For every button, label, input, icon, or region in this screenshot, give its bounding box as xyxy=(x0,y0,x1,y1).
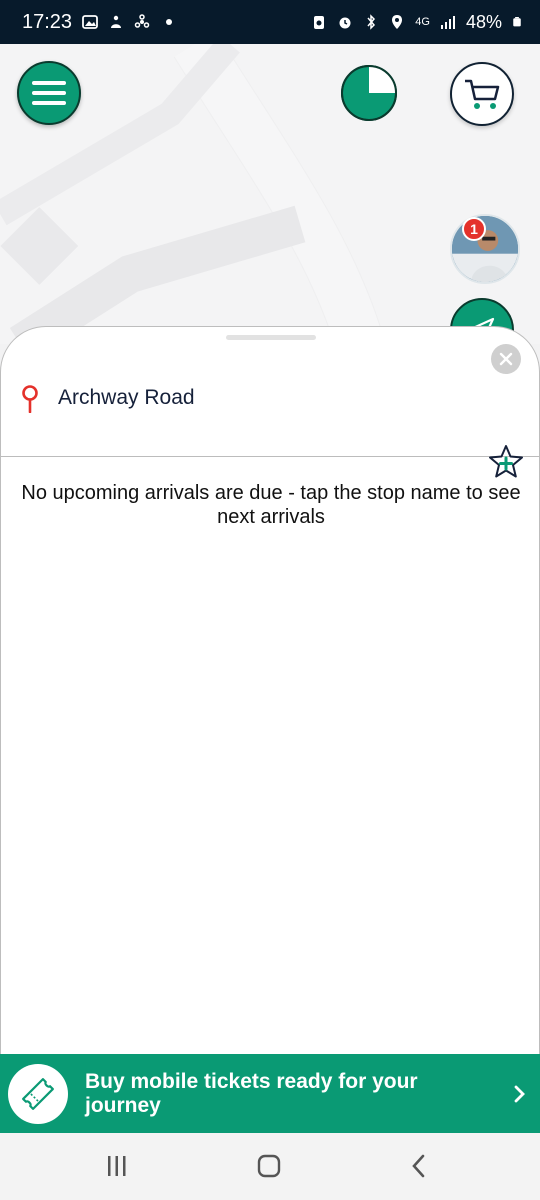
buy-tickets-banner[interactable]: Buy mobile tickets ready for your journe… xyxy=(0,1054,540,1133)
recent-apps-icon[interactable] xyxy=(105,1153,129,1179)
stop-name[interactable]: Archway Road xyxy=(58,386,195,410)
ticket-icon xyxy=(22,1077,54,1110)
star-add-icon[interactable] xyxy=(487,443,525,481)
status-notification-icons xyxy=(82,14,173,30)
location-icon xyxy=(392,15,403,29)
back-icon[interactable] xyxy=(408,1153,430,1179)
chevron-right-icon xyxy=(514,1085,525,1102)
status-time: 17:23 xyxy=(22,10,73,33)
menu-button[interactable] xyxy=(17,61,81,125)
cart-icon xyxy=(465,79,500,109)
pie-timer-icon xyxy=(341,65,397,121)
alarm-icon xyxy=(339,17,351,29)
close-icon xyxy=(499,352,513,366)
battery-saver-icon xyxy=(314,16,325,29)
notification-badge: 1 xyxy=(462,217,486,241)
no-arrivals-message: No upcoming arrivals are due - tap the s… xyxy=(21,482,521,528)
sheet-drag-handle[interactable] xyxy=(226,335,316,340)
ticket-icon-wrapper xyxy=(8,1063,68,1124)
system-navigation-bar xyxy=(0,1133,540,1200)
home-icon[interactable] xyxy=(256,1153,282,1179)
map-pin-icon xyxy=(22,385,38,413)
gallery-icon xyxy=(82,15,98,29)
battery-icon xyxy=(513,17,521,27)
hamburger-icon xyxy=(32,81,66,105)
stop-details-sheet: Archway Road No upcoming arrivals are du… xyxy=(0,326,540,1054)
more-notifications-dot xyxy=(166,19,173,25)
bluetooth-icon xyxy=(367,14,376,30)
network-type: 4G xyxy=(415,16,430,28)
stop-header[interactable]: Archway Road xyxy=(1,365,540,478)
app-notification-icon xyxy=(111,15,122,28)
status-system-icons: 4G 48% xyxy=(311,12,522,33)
fan-icon xyxy=(134,14,150,28)
signal-icon xyxy=(440,16,455,29)
buy-tickets-text[interactable]: Buy mobile tickets ready for your journe… xyxy=(85,1070,485,1118)
timer-button[interactable] xyxy=(340,64,398,122)
status-bar: 17:23 4G 48% xyxy=(0,0,540,44)
battery-percent: 48% xyxy=(465,11,502,32)
cart-button[interactable] xyxy=(450,62,514,126)
